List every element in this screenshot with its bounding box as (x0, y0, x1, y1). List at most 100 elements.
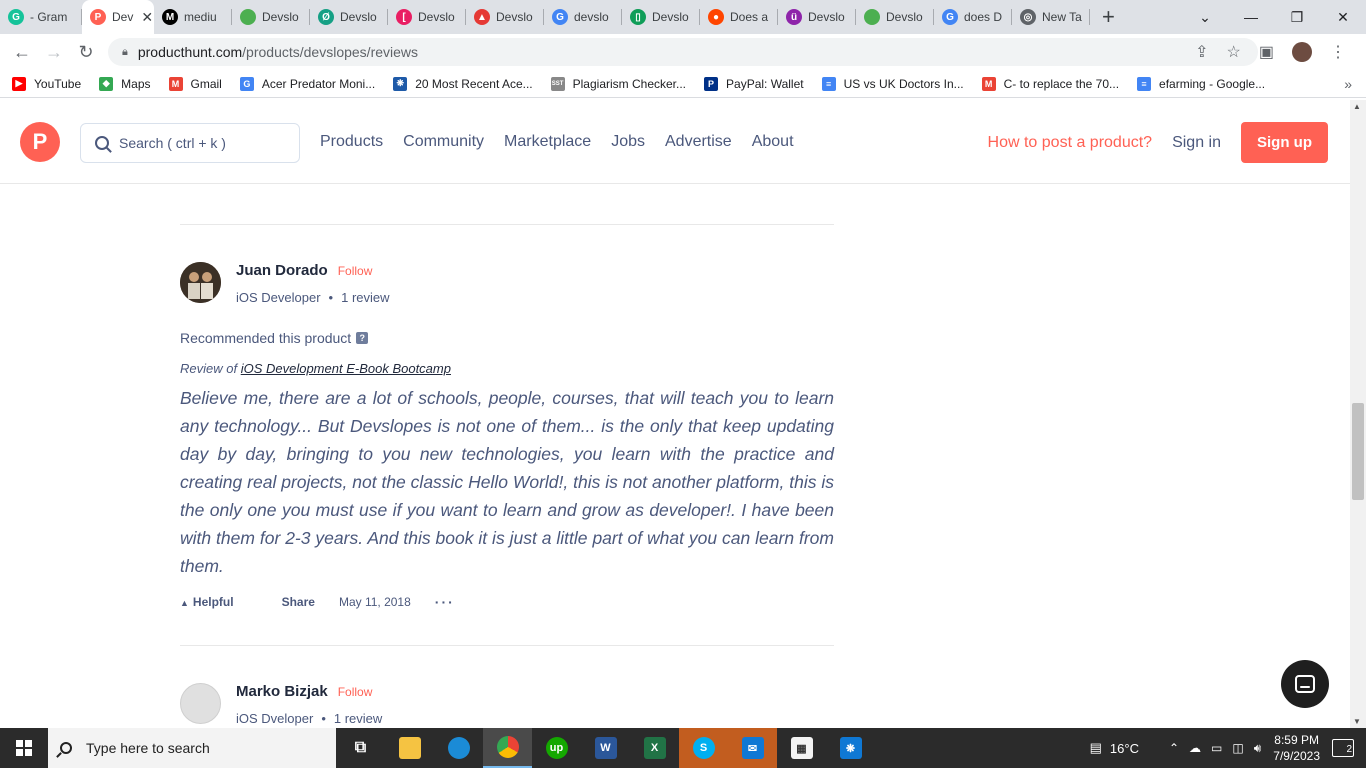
taskbar-upwork[interactable]: up (532, 728, 581, 768)
browser-tab[interactable]: ü Devslo (778, 0, 856, 34)
browser-tab[interactable]: P Dev ✕ (82, 0, 154, 34)
sign-in-link[interactable]: Sign in (1172, 134, 1221, 152)
taskbar-edge[interactable] (434, 728, 483, 768)
site-search-input[interactable]: Search ( ctrl + k ) (80, 123, 300, 163)
reviewer-review-count[interactable]: 1 review (341, 290, 389, 305)
back-button[interactable]: ← (6, 42, 38, 63)
bookmark-item[interactable]: SST Plagiarism Checker... (550, 76, 686, 91)
reviewer-avatar[interactable] (180, 262, 221, 303)
bookmark-item[interactable]: G Acer Predator Moni... (239, 76, 375, 91)
browser-tab[interactable]: ▲ Devslo (466, 0, 544, 34)
chat-button[interactable] (1281, 660, 1329, 708)
producthunt-logo[interactable]: P (20, 122, 60, 162)
reload-button[interactable]: ↻ (70, 42, 102, 63)
browser-tab[interactable]: [Devslo (388, 0, 466, 34)
browser-tab[interactable]: Devslo (856, 0, 934, 34)
taskbar-word[interactable]: W (581, 728, 630, 768)
more-bookmarks-icon[interactable]: » (1344, 76, 1352, 92)
nav-advertise[interactable]: Advertise (665, 133, 732, 151)
notifications-icon[interactable]: 2 (1332, 739, 1354, 757)
reviewer-name[interactable]: Marko Bizjak Follow (236, 683, 372, 700)
browser-tab[interactable]: Mmediu (154, 0, 232, 34)
tab-search-icon[interactable]: ⌄ (1182, 9, 1228, 26)
bookmark-item[interactable]: M Gmail (168, 76, 222, 91)
bookmark-item[interactable]: ≡ efarming - Google... (1137, 76, 1265, 91)
browser-tab[interactable]: Devslo (232, 0, 310, 34)
nav-community[interactable]: Community (403, 133, 484, 151)
start-button[interactable] (0, 728, 48, 768)
cloud-icon[interactable]: ☁ (1189, 741, 1201, 756)
side-panel-icon[interactable]: ▣ (1259, 42, 1274, 62)
share-icon[interactable]: ⇪ (1195, 42, 1208, 62)
main-nav: Products Community Marketplace Jobs Adve… (320, 133, 794, 151)
nav-marketplace[interactable]: Marketplace (504, 133, 591, 151)
help-icon[interactable]: ? (356, 332, 369, 344)
close-window-button[interactable]: ✕ (1320, 9, 1366, 26)
url-input[interactable]: 🔒︎ producthunt.com/products/devslopes/re… (108, 38, 1258, 66)
browser-tab[interactable]: Gdoes D (934, 0, 1012, 34)
review-of-link[interactable]: iOS Development E-Book Bootcamp (241, 361, 451, 376)
forward-button[interactable]: → (38, 42, 70, 63)
share-button[interactable]: Share (282, 595, 315, 609)
scroll-down-icon[interactable]: ▼ (1353, 717, 1361, 726)
bookmark-item[interactable]: ❋ 20 Most Recent Ace... (393, 76, 533, 91)
nav-products[interactable]: Products (320, 133, 383, 151)
taskbar-explorer[interactable] (385, 728, 434, 768)
bookmark-item[interactable]: P PayPal: Wallet (704, 76, 804, 91)
taskbar-skype[interactable]: S (679, 728, 728, 768)
browser-tab-bar: G- Gram P Dev ✕ Mmediu Devslo Ø Devslo[Devslo ▲ D… (0, 0, 1366, 34)
restore-button[interactable]: ❐ (1274, 9, 1320, 26)
task-view-button[interactable]: ⧉ (336, 728, 385, 768)
taskbar-chrome[interactable] (483, 728, 532, 768)
scroll-thumb[interactable] (1352, 403, 1364, 500)
helpful-button[interactable]: ▲ Helpful (180, 595, 258, 609)
taskbar-excel[interactable]: X (630, 728, 679, 768)
page-scrollbar[interactable]: ▲ ▼ (1350, 100, 1366, 728)
lock-icon[interactable]: 🔒︎ (122, 46, 128, 59)
bookmark-item[interactable]: ≡ US vs UK Doctors In... (821, 76, 964, 91)
bookmark-item[interactable]: ◆ Maps (99, 76, 151, 91)
follow-button[interactable]: Follow (338, 685, 373, 699)
reviewer-review-count[interactable]: 1 review (334, 711, 382, 726)
browser-tab[interactable]: Ø Devslo (310, 0, 388, 34)
reviewer-name-text[interactable]: Juan Dorado (236, 262, 328, 279)
reviewer-name-text[interactable]: Marko Bizjak (236, 683, 328, 700)
volume-icon[interactable]: 🔊︎ (1254, 741, 1262, 756)
minimize-button[interactable]: — (1228, 9, 1274, 25)
reviewer-avatar[interactable] (180, 683, 221, 724)
sign-up-button[interactable]: Sign up (1241, 122, 1328, 163)
scroll-up-icon[interactable]: ▲ (1353, 102, 1361, 111)
tab-favicon-icon: ▲ (474, 9, 490, 25)
weather-widget[interactable]: ▤ 16°C (1090, 740, 1139, 756)
bookmark-item[interactable]: ▶ YouTube (12, 76, 81, 91)
reviewer-meta: iOS Developer • 1 review (236, 290, 390, 305)
menu-icon[interactable]: ⋮ (1330, 42, 1346, 62)
clock[interactable]: 8:59 PM 7/9/2023 (1273, 732, 1320, 764)
browser-tab[interactable]: ● Does a (700, 0, 778, 34)
profile-avatar[interactable] (1292, 42, 1312, 62)
bookmark-item[interactable]: M C- to replace the 70... (981, 76, 1119, 91)
more-options-icon[interactable]: ··· (435, 594, 455, 610)
taskbar-search-input[interactable]: Type here to search (48, 728, 336, 768)
taskbar-mail[interactable]: ✉ (728, 728, 777, 768)
review-body: Believe me, there are a lot of schools, … (180, 388, 834, 576)
browser-tab[interactable]: G - Gram (0, 0, 82, 34)
tab-title: New Ta (1042, 10, 1082, 24)
taskbar-store[interactable]: ▦ (777, 728, 826, 768)
taskbar-app[interactable]: ❋ (826, 728, 875, 768)
battery-icon[interactable]: ▭ (1211, 741, 1222, 756)
follow-button[interactable]: Follow (338, 264, 373, 278)
browser-tab[interactable]: ◎ New Ta (1012, 0, 1090, 34)
how-to-post-link[interactable]: How to post a product? (988, 134, 1153, 152)
browser-tab[interactable]: Gdevslo (544, 0, 622, 34)
bookmark-favicon-icon: ▶ (12, 76, 26, 91)
nav-jobs[interactable]: Jobs (611, 133, 645, 151)
reviewer-name[interactable]: Juan Dorado Follow (236, 262, 372, 279)
browser-tab[interactable]: ▯ Devslo (622, 0, 700, 34)
nav-about[interactable]: About (752, 133, 794, 151)
close-tab-icon[interactable]: ✕ (141, 9, 153, 26)
network-icon[interactable]: ◫ (1232, 741, 1243, 756)
new-tab-button[interactable]: + (1102, 4, 1115, 30)
bookmark-star-icon[interactable]: ☆ (1227, 42, 1241, 62)
chevron-up-icon[interactable]: ⌃ (1169, 741, 1179, 756)
